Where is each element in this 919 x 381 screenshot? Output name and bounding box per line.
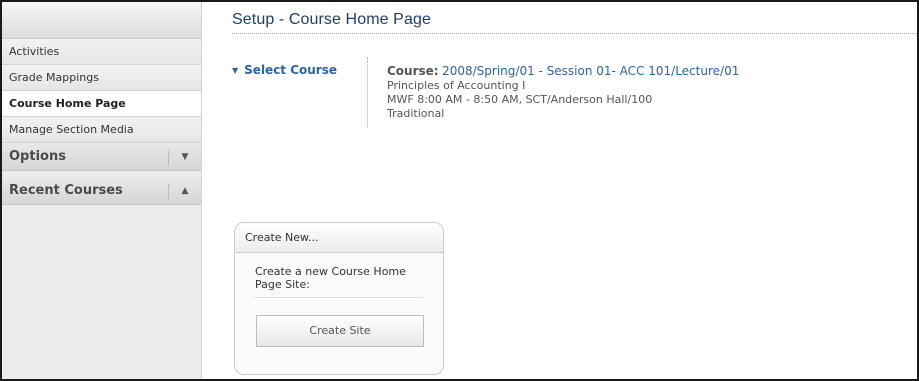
sidebar-header <box>2 2 201 39</box>
create-new-panel: Create New... Create a new Course Home P… <box>234 222 444 375</box>
divider <box>168 184 169 199</box>
panel-description: Create a new Course Home Page Site: <box>255 265 406 291</box>
course-link[interactable]: 2008/Spring/01 - Session 01- ACC 101/Lec… <box>442 64 739 78</box>
main-content: Setup - Course Home Page ▼ Select Course … <box>202 2 917 379</box>
course-name: Principles of Accounting I <box>387 79 526 92</box>
course-line: Course: 2008/Spring/01 - Session 01- ACC… <box>387 64 739 79</box>
sidebar-item-activities[interactable]: Activities <box>2 39 201 65</box>
divider <box>168 150 169 165</box>
sidebar: Activities Grade Mappings Course Home Pa… <box>2 2 202 379</box>
sidebar-section-label: Recent Courses <box>9 183 123 198</box>
sidebar-section-recent-courses[interactable]: Recent Courses ▲ <box>2 177 201 205</box>
course-type: Traditional <box>387 107 445 120</box>
create-site-button[interactable]: Create Site <box>256 315 424 347</box>
sidebar-section-options[interactable]: Options ▼ <box>2 143 201 171</box>
panel-divider <box>255 297 423 298</box>
page-title: Setup - Course Home Page <box>232 11 431 28</box>
triangle-down-icon[interactable]: ▼ <box>178 143 192 171</box>
sidebar-item-course-home-page[interactable]: Course Home Page <box>2 91 201 117</box>
select-course-toggle[interactable]: ▼ Select Course <box>232 63 337 77</box>
course-info: Course: 2008/Spring/01 - Session 01- ACC… <box>387 64 739 121</box>
sidebar-item-grade-mappings[interactable]: Grade Mappings <box>2 65 201 91</box>
app-frame: Activities Grade Mappings Course Home Pa… <box>0 0 919 381</box>
title-divider <box>232 33 917 34</box>
course-label: Course: <box>387 64 439 78</box>
course-schedule: MWF 8:00 AM - 8:50 AM, SCT/Anderson Hall… <box>387 93 653 106</box>
triangle-up-icon[interactable]: ▲ <box>178 177 192 205</box>
panel-title: Create New... <box>235 223 443 253</box>
select-course-label: Select Course <box>244 63 338 77</box>
triangle-down-icon: ▼ <box>232 66 239 75</box>
sidebar-item-manage-section-media[interactable]: Manage Section Media <box>2 117 201 143</box>
divider <box>367 57 368 127</box>
sidebar-section-label: Options <box>9 149 66 164</box>
